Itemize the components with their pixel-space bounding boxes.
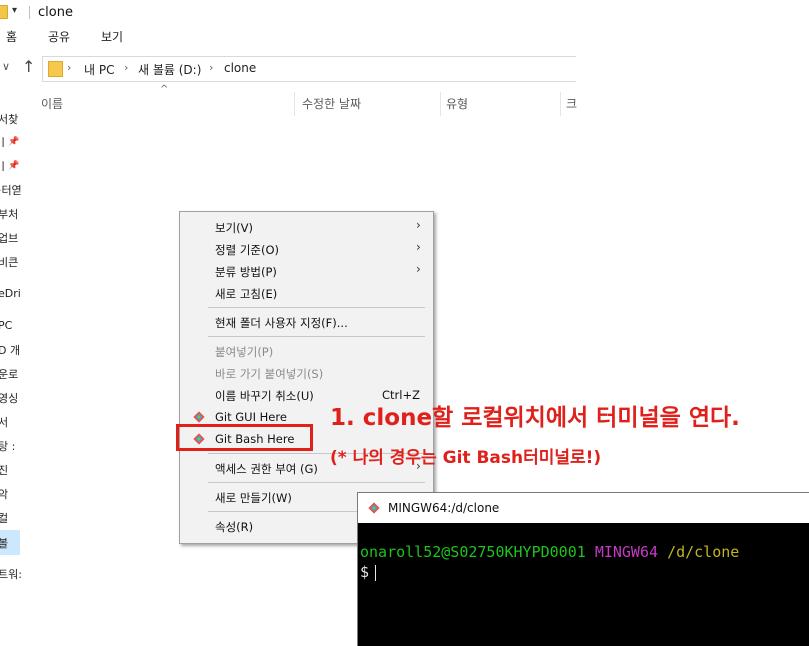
nav-item[interactable]: 진 bbox=[0, 462, 8, 478]
nav-item[interactable]: 서찾 bbox=[0, 111, 18, 127]
menu-item-grant-access[interactable]: 액세스 권한 부여 (G) bbox=[215, 461, 318, 477]
menu-item-properties[interactable]: 속성(R) bbox=[215, 519, 253, 535]
menu-item-sort-by[interactable]: 정렬 기준(O) bbox=[215, 242, 279, 258]
nav-item-onedrive[interactable]: eDri bbox=[0, 287, 21, 300]
column-header-modified[interactable]: 수정한 날짜 bbox=[302, 95, 361, 112]
terminal-title-bar[interactable]: MINGW64:/d/clone bbox=[358, 493, 809, 523]
recent-locations-chevron-icon[interactable]: ∨ bbox=[2, 60, 10, 73]
breadcrumb-clone[interactable]: clone bbox=[224, 61, 256, 75]
chevron-right-icon[interactable]: › bbox=[124, 61, 128, 74]
menu-separator bbox=[208, 482, 425, 483]
menu-separator bbox=[208, 307, 425, 308]
nav-item[interactable]: ·터엳 bbox=[0, 182, 22, 198]
address-bar[interactable]: › 내 PC › 새 볼륨 (D:) › clone bbox=[42, 56, 576, 82]
menu-item-undo-rename[interactable]: 이름 바꾸기 취소(U) bbox=[215, 388, 314, 404]
column-divider[interactable] bbox=[294, 92, 295, 116]
git-icon bbox=[193, 411, 205, 423]
git-icon bbox=[368, 502, 380, 514]
terminal-system: MINGW64 bbox=[594, 543, 659, 561]
sort-ascending-icon: ^ bbox=[160, 84, 169, 95]
terminal-user-host: onaroll52@S02750KHYPD0001 bbox=[360, 543, 586, 561]
nav-item[interactable]: 비큰 bbox=[0, 254, 18, 270]
column-header-name[interactable]: 이름 bbox=[41, 95, 63, 112]
nav-item-volume-d[interactable]: 볼 bbox=[0, 535, 8, 551]
nav-item-network[interactable]: 트워: bbox=[0, 566, 22, 582]
column-divider[interactable] bbox=[440, 92, 441, 116]
folder-icon bbox=[0, 5, 8, 19]
terminal-title: MINGW64:/d/clone bbox=[388, 501, 500, 515]
annotation-main: 1. clone할 로컬위치에서 터미널을 연다. bbox=[330, 405, 740, 431]
pin-icon: 📌 bbox=[8, 137, 20, 147]
submenu-arrow-icon: › bbox=[416, 262, 421, 276]
nav-item[interactable]: 악 bbox=[0, 486, 8, 502]
menu-separator bbox=[208, 336, 425, 337]
nav-item[interactable]: 탕 : bbox=[0, 438, 15, 454]
menu-item-paste: 붙여넣기(P) bbox=[215, 345, 274, 359]
terminal-cursor bbox=[375, 564, 377, 581]
tab-share[interactable]: 공유 bbox=[48, 28, 70, 45]
terminal-window[interactable]: MINGW64:/d/clone onaroll52@S02750KHYPD00… bbox=[357, 492, 809, 646]
submenu-arrow-icon: › bbox=[416, 218, 421, 232]
title-divider bbox=[29, 6, 30, 19]
breadcrumb-my-pc[interactable]: 내 PC bbox=[84, 61, 114, 78]
nav-item[interactable]: 영싱 bbox=[0, 390, 18, 406]
breadcrumb-volume-d[interactable]: 새 볼륨 (D:) bbox=[138, 61, 201, 78]
terminal-prompt-line: onaroll52@S02750KHYPD0001 MINGW64 /d/clo… bbox=[360, 543, 739, 561]
quick-access-dropdown-icon[interactable]: ▾ bbox=[12, 5, 17, 16]
menu-item-group-by[interactable]: 분류 방법(P) bbox=[215, 264, 277, 280]
menu-item-refresh[interactable]: 새로 고침(E) bbox=[215, 286, 277, 302]
nav-item[interactable]: 운로 bbox=[0, 366, 18, 382]
nav-item[interactable]: ㅣ bbox=[0, 134, 8, 150]
annotation-highlight-box bbox=[176, 424, 313, 451]
nav-item[interactable]: D 개 bbox=[0, 342, 20, 358]
nav-item[interactable]: ㅣ bbox=[0, 158, 8, 174]
nav-item[interactable]: 서 bbox=[0, 414, 8, 430]
up-arrow-icon[interactable]: ↑ bbox=[22, 57, 35, 76]
title-bar: ▾ clone bbox=[0, 0, 575, 24]
column-divider[interactable] bbox=[560, 92, 561, 116]
annotation-sub: (* 나의 경우는 Git Bash터미널로!) bbox=[330, 448, 602, 468]
column-header-size[interactable]: 크 bbox=[566, 95, 577, 112]
chevron-right-icon[interactable]: › bbox=[67, 61, 71, 74]
terminal-prompt-symbol: $ bbox=[360, 563, 370, 581]
menu-item-git-gui-here[interactable]: Git GUI Here bbox=[215, 410, 287, 424]
chevron-right-icon[interactable]: › bbox=[209, 61, 213, 74]
submenu-arrow-icon: › bbox=[416, 240, 421, 254]
nav-item-my-pc[interactable]: PC bbox=[0, 319, 12, 332]
menu-item-customize-folder[interactable]: 현재 폴더 사용자 지정(F)... bbox=[215, 315, 348, 331]
pin-icon: 📌 bbox=[8, 161, 20, 171]
nav-item[interactable]: 컬 bbox=[0, 510, 8, 526]
terminal-path: /d/clone bbox=[667, 543, 740, 561]
ribbon: 홈 공유 보기 bbox=[0, 24, 575, 46]
terminal-input-line[interactable]: $ bbox=[360, 563, 377, 581]
menu-item-paste-shortcut: 바로 가기 붙여넣기(S) bbox=[215, 367, 324, 381]
tab-home[interactable]: 홈 bbox=[6, 28, 17, 45]
folder-icon bbox=[48, 61, 63, 77]
window-title: clone bbox=[38, 5, 73, 20]
column-header-type[interactable]: 유형 bbox=[446, 95, 468, 112]
tab-view[interactable]: 보기 bbox=[101, 28, 123, 45]
address-row: ∨ ↑ › 내 PC › 새 볼륨 (D:) › clone bbox=[0, 56, 576, 82]
menu-item-view[interactable]: 보기(V) bbox=[215, 220, 253, 236]
nav-item[interactable]: 부처 bbox=[0, 206, 18, 222]
nav-item[interactable]: 업브 bbox=[0, 230, 18, 246]
menu-item-new[interactable]: 새로 만들기(W) bbox=[215, 490, 292, 506]
